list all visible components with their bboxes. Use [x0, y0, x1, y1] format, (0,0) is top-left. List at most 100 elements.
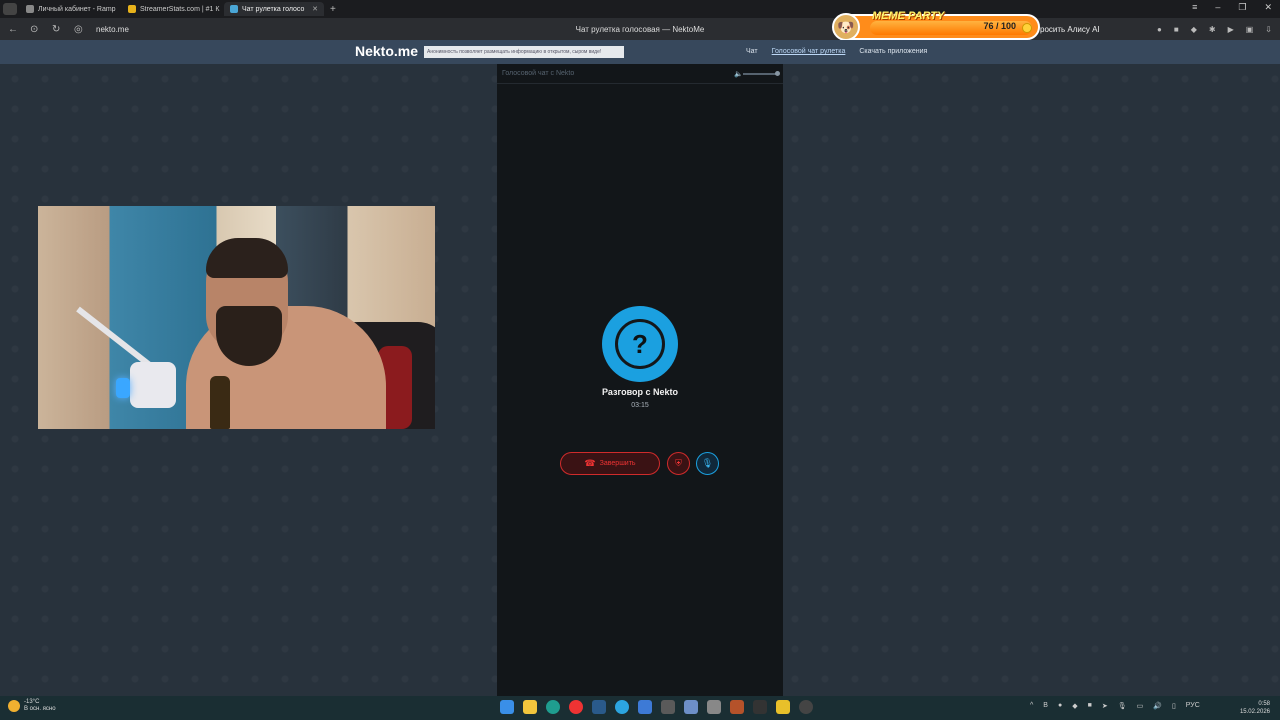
app-icon[interactable] — [753, 700, 767, 714]
volume-tray-icon[interactable]: 🔊 — [1153, 702, 1162, 710]
new-tab-icon[interactable]: + — [330, 4, 336, 15]
question-mark-icon: ? — [618, 322, 662, 366]
back-icon[interactable]: ← — [8, 24, 22, 35]
shield-icon: ⛨ — [675, 458, 682, 468]
microphone-icon: 🎙 — [701, 458, 714, 468]
mic-light — [116, 378, 130, 398]
anonymity-notice: Анонимность позволяет размещать информац… — [424, 46, 624, 58]
download-icon[interactable]: ⇩ — [1265, 25, 1272, 34]
tab-favicon-icon — [230, 5, 238, 13]
system-tray: ^ B ● ◆ ■ ➤ 🎙 ▭ 🔊 ▯ РУС — [1030, 702, 1200, 710]
tray-app-icon[interactable]: B — [1043, 702, 1048, 710]
conversation-label: Разговор с Nekto — [601, 387, 679, 397]
nav-voice-chat[interactable]: Голосовой чат рулетка — [772, 48, 846, 55]
site-header: Nekto.me Анонимность позволяет размещать… — [0, 40, 1280, 64]
bookmark-icon[interactable]: ■ — [1174, 25, 1179, 34]
browser-tab-strip: Личный кабинет - Ramp StreamerStats.com … — [0, 0, 1280, 18]
video-icon[interactable]: ▶ — [1228, 25, 1234, 34]
meme-count: 76 / 100 — [983, 21, 1016, 31]
mute-mic-button[interactable]: 🎙 — [696, 452, 719, 475]
chevron-up-icon[interactable]: ^ — [1030, 702, 1033, 710]
meme-party-widget: 🐶 MEME PARTY 76 / 100 — [832, 10, 1040, 41]
puzzle-icon[interactable]: ✱ — [1209, 25, 1216, 34]
address-bar-row: ← ⊙ ↻ ◎ nekto.me Чат рулетка голосовая —… — [0, 18, 1280, 40]
tab-ramp[interactable]: Личный кабинет - Ramp — [20, 2, 120, 16]
tab-favicon-icon — [128, 5, 136, 13]
nav-download-apps[interactable]: Скачать приложения — [859, 48, 927, 55]
avatar-ring: ? — [611, 315, 669, 373]
meme-party-label: MEME PARTY — [872, 10, 945, 22]
panel-header: Голосовой чат с Nekto 🔈 — [497, 64, 783, 84]
panel-title: Голосовой чат с Nekto — [502, 70, 575, 77]
telegram-tray-icon[interactable]: ➤ — [1102, 702, 1108, 710]
weather-desc: В осн. ясно — [24, 706, 56, 712]
site-nav: Чат Голосовой чат рулетка Скачать прилож… — [746, 48, 927, 55]
telegram-icon[interactable] — [615, 700, 629, 714]
microphone — [130, 362, 176, 408]
yandex-browser-icon[interactable] — [569, 700, 583, 714]
end-call-label: Завершить — [599, 460, 636, 467]
close-window-icon[interactable]: ✕ — [1264, 2, 1272, 13]
shield-ext-icon[interactable]: ◆ — [1191, 25, 1197, 34]
file-explorer-icon[interactable] — [523, 700, 537, 714]
language-indicator[interactable]: РУС — [1186, 702, 1200, 710]
partner-avatar: ? — [602, 306, 678, 382]
weather-widget[interactable]: -13°C В осн. ясно — [8, 699, 56, 713]
person-hair — [206, 238, 288, 278]
bottle — [210, 376, 230, 429]
call-timer: 03:15 — [631, 402, 649, 409]
volume-slider[interactable] — [743, 73, 777, 75]
clock[interactable]: 0:58 15.02.2026 — [1240, 700, 1270, 716]
app-icon[interactable] — [730, 700, 744, 714]
reload-icon[interactable]: ↻ — [52, 24, 66, 35]
window-controls: ≡ – ❐ ✕ — [1192, 2, 1272, 13]
tray-app-icon[interactable]: ◆ — [1072, 702, 1077, 710]
taskbar: -13°C В осн. ясно ^ B ● ◆ ■ ➤ 🎙 ▭ 🔊 ▯ РУ… — [0, 696, 1280, 720]
url-field[interactable]: nekto.me — [96, 25, 129, 34]
tray-app-icon[interactable]: ■ — [1088, 702, 1092, 710]
tab-favicon-icon — [26, 5, 34, 13]
volume-slider-knob[interactable] — [775, 71, 780, 76]
menu-icon[interactable]: ≡ — [1192, 2, 1197, 13]
collections-icon[interactable]: ▣ — [1246, 25, 1254, 34]
time: 0:58 — [1258, 701, 1270, 707]
toolbar-icons: ● ■ ◆ ✱ ▶ ▣ ⇩ — [1157, 25, 1272, 34]
end-call-button[interactable]: ☎ Завершить — [560, 452, 660, 475]
close-tab-icon[interactable]: ✕ — [312, 5, 318, 13]
webcam-overlay — [38, 206, 435, 429]
nav-chat[interactable]: Чат — [746, 48, 758, 55]
voice-chat-panel: Голосовой чат с Nekto 🔈 ? Разговор с Nek… — [497, 64, 783, 696]
tab-label: Чат рулетка голосо — [242, 5, 305, 13]
obs-icon[interactable] — [799, 700, 813, 714]
yandex-icon[interactable]: ⊙ — [30, 24, 44, 35]
app-icon[interactable] — [638, 700, 652, 714]
wifi-icon[interactable]: ▭ — [1137, 702, 1144, 710]
report-shield-button[interactable]: ⛨ — [667, 452, 690, 475]
start-icon[interactable] — [500, 700, 514, 714]
ask-alice-button[interactable]: росить Алису AI — [1040, 25, 1100, 34]
tab-streamerstats[interactable]: StreamerStats.com | #1 К — [122, 2, 222, 16]
minimize-icon[interactable]: – — [1215, 2, 1220, 13]
tray-app-icon[interactable]: ● — [1058, 702, 1062, 710]
tab-nekto[interactable]: Чат рулетка голосо ✕ — [224, 2, 324, 16]
microphone-tray-icon[interactable]: 🎙 — [1118, 702, 1127, 710]
settings-icon[interactable] — [707, 700, 721, 714]
taskbar-apps — [500, 700, 813, 714]
steam-icon[interactable] — [592, 700, 606, 714]
tab-label: Личный кабинет - Ramp — [38, 5, 116, 13]
site-info-icon[interactable]: ◎ — [74, 24, 88, 35]
date: 15.02.2026 — [1239, 709, 1270, 715]
app-icon[interactable] — [776, 700, 790, 714]
edge-icon[interactable] — [546, 700, 560, 714]
battery-icon[interactable]: ▯ — [1172, 702, 1176, 710]
extension-icon[interactable]: ● — [1157, 25, 1162, 34]
browser-menu-icon[interactable] — [3, 3, 17, 15]
app-icon[interactable] — [661, 700, 675, 714]
app-icon[interactable] — [684, 700, 698, 714]
hangup-icon: ☎ — [584, 458, 596, 468]
tab-label: StreamerStats.com | #1 К — [140, 5, 220, 13]
weather-icon — [8, 700, 20, 712]
site-logo[interactable]: Nekto.me — [355, 43, 418, 59]
restore-icon[interactable]: ❐ — [1238, 2, 1246, 13]
doge-icon: 🐶 — [832, 13, 860, 41]
